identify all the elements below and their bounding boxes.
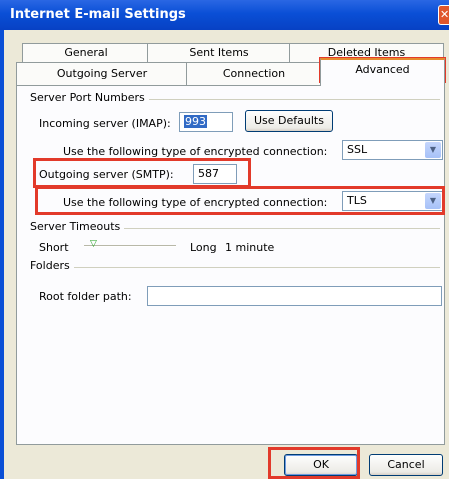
tab-advanced[interactable]: Advanced bbox=[320, 58, 445, 86]
root-folder-input[interactable] bbox=[147, 286, 442, 306]
group-divider bbox=[120, 228, 440, 229]
tab-label: General bbox=[64, 46, 108, 59]
outgoing-encryption-label: Use the following type of encrypted conn… bbox=[63, 196, 328, 209]
advanced-panel bbox=[16, 85, 445, 445]
group-label-server-timeouts: Server Timeouts bbox=[30, 220, 125, 233]
group-label-folders: Folders bbox=[30, 259, 74, 272]
tab-outgoing-server[interactable]: Outgoing Server bbox=[16, 62, 188, 85]
ok-button[interactable]: OK bbox=[284, 454, 358, 476]
tab-label: Outgoing Server bbox=[56, 67, 148, 80]
chevron-down-icon: ▼ bbox=[425, 193, 441, 209]
group-divider bbox=[140, 99, 440, 100]
incoming-port-value: 993 bbox=[184, 115, 207, 128]
close-button[interactable]: ✕ bbox=[438, 5, 449, 25]
close-icon: ✕ bbox=[440, 8, 449, 21]
tab-connection[interactable]: Connection bbox=[186, 62, 322, 85]
outgoing-encryption-select[interactable]: TLS ▼ bbox=[342, 191, 443, 211]
tab-sent-items[interactable]: Sent Items bbox=[147, 43, 291, 62]
chevron-down-icon: ▼ bbox=[425, 142, 441, 158]
tab-label: Connection bbox=[222, 67, 286, 80]
tab-label: Advanced bbox=[355, 63, 410, 76]
outgoing-port-value: 587 bbox=[198, 167, 219, 180]
cancel-button[interactable]: Cancel bbox=[369, 454, 443, 476]
root-folder-label: Root folder path: bbox=[39, 290, 132, 303]
timeout-short-label: Short bbox=[39, 241, 69, 254]
tab-general[interactable]: General bbox=[22, 43, 150, 62]
group-divider bbox=[72, 267, 440, 268]
incoming-encryption-select[interactable]: SSL ▼ bbox=[342, 140, 443, 160]
incoming-encryption-label: Use the following type of encrypted conn… bbox=[63, 145, 328, 158]
outgoing-port-input[interactable]: 587 bbox=[193, 164, 237, 184]
window-title: Internet E-mail Settings bbox=[10, 7, 186, 22]
incoming-server-label: Incoming server (IMAP): bbox=[39, 117, 171, 130]
timeout-long-label: Long bbox=[190, 241, 217, 254]
timeout-slider-thumb[interactable]: ▽ bbox=[90, 240, 98, 249]
incoming-port-input[interactable]: 993 bbox=[179, 112, 233, 132]
outgoing-encryption-value: TLS bbox=[347, 194, 367, 207]
tab-label: Sent Items bbox=[189, 46, 249, 59]
outgoing-server-label: Outgoing server (SMTP): bbox=[39, 168, 174, 181]
group-label-server-ports: Server Port Numbers bbox=[30, 91, 149, 104]
incoming-encryption-value: SSL bbox=[347, 143, 368, 156]
slider-thumb-icon: ▽ bbox=[90, 239, 97, 249]
timeout-value: 1 minute bbox=[225, 241, 275, 254]
use-defaults-button[interactable]: Use Defaults bbox=[245, 110, 333, 132]
